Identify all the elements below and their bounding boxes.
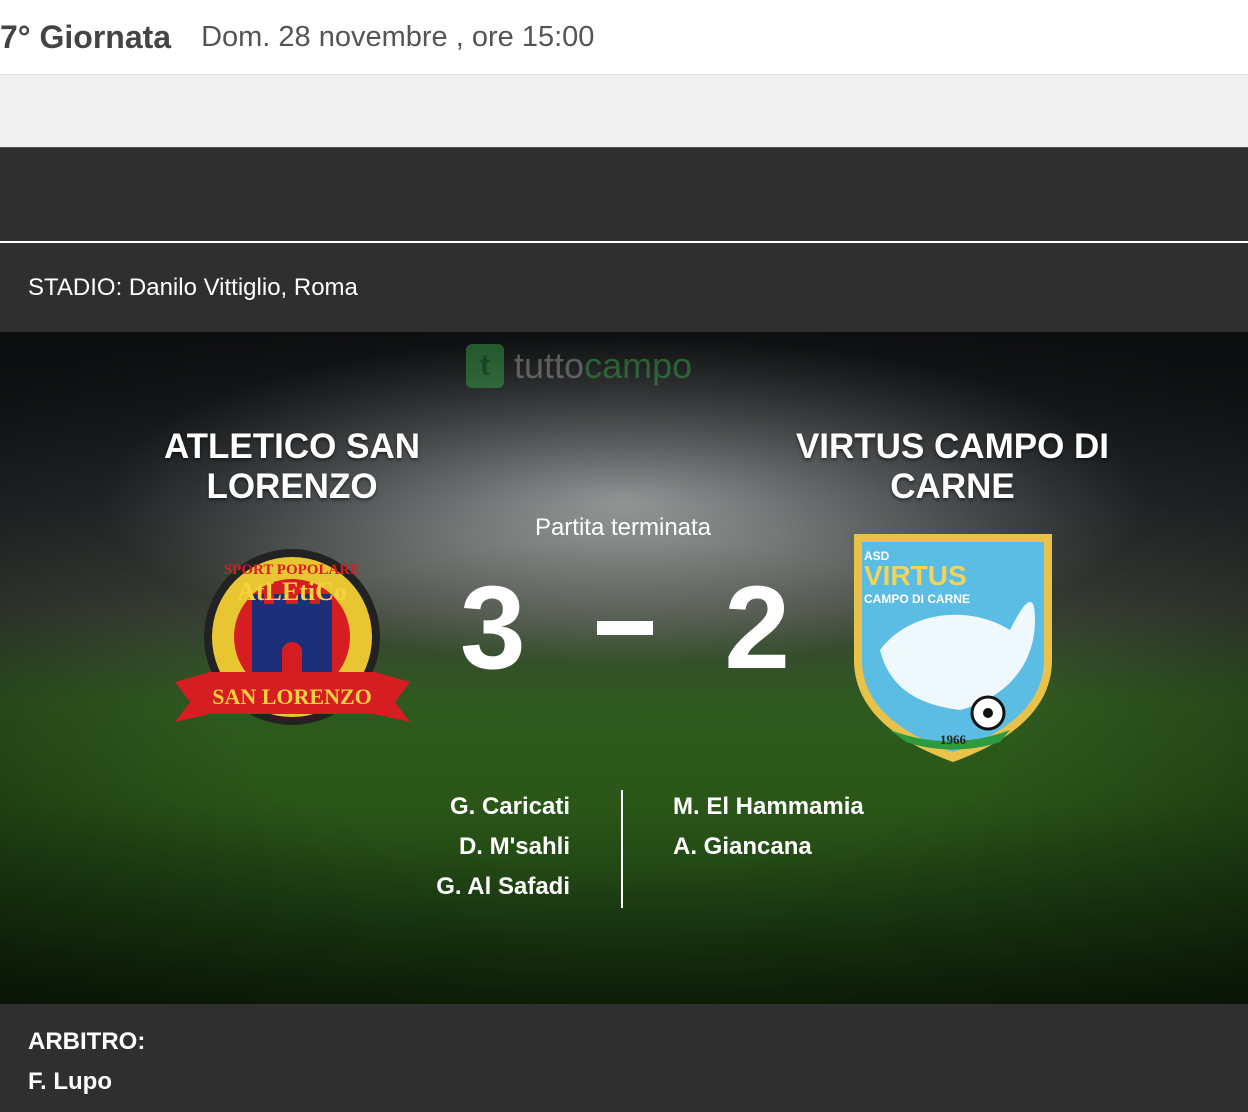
referee-name: F. Lupo (28, 1068, 112, 1095)
svg-text:CAMPO DI CARNE: CAMPO DI CARNE (864, 592, 970, 606)
match-header: 7° Giornata Dom. 28 novembre , ore 15:00 (0, 0, 1248, 75)
home-team-name[interactable]: ATLETICO SAN LORENZO (142, 427, 442, 507)
scorer-item: D. M'sahli (458, 833, 570, 860)
scorers-separator (621, 790, 623, 908)
spacer-band (0, 75, 1248, 147)
scorer-item: A. Giancana (673, 833, 812, 860)
tuttocampo-watermark: t tuttocampo (466, 344, 692, 388)
svg-text:SPORT POPOLARE: SPORT POPOLARE (224, 562, 360, 578)
stadium-label: STADIO: Danilo Vittiglio, Roma (28, 273, 358, 301)
match-scoreboard: t tuttocampo ATLETICO SAN LORENZO VIRTUS… (0, 332, 1248, 1004)
match-status: Partita terminata (534, 514, 712, 541)
watermark-text: tuttocampo (514, 345, 693, 386)
svg-text:VIRTUS: VIRTUS (864, 560, 967, 591)
home-scorers: G. Caricati D. M'sahli G. Al Safadi (436, 787, 570, 907)
match-date: Dom. 28 novembre , ore 15:00 (201, 20, 595, 53)
svg-text:1966: 1966 (940, 732, 967, 747)
round-label: 7° Giornata (0, 18, 172, 55)
away-team-name[interactable]: VIRTUS CAMPO DI CARNE (770, 427, 1135, 507)
referee-info: ARBITRO: F. Lupo (0, 1004, 1248, 1112)
home-team-logo[interactable]: AtLEtiCo SPORT POPOLARE SAN LORENZO (170, 542, 415, 742)
watermark-logo-icon: t (466, 344, 504, 388)
stadium-info: STADIO: Danilo Vittiglio, Roma (0, 243, 1248, 332)
away-scorers: M. El Hammamia A. Giancana (673, 787, 864, 867)
score-dash (597, 621, 653, 635)
scoreline: 3 2 (460, 560, 790, 696)
home-score: 3 (460, 562, 526, 694)
away-score: 2 (724, 562, 790, 694)
svg-text:SAN LORENZO: SAN LORENZO (212, 684, 372, 709)
scorer-item: G. Al Safadi (436, 873, 570, 900)
away-team-logo[interactable]: ASD VIRTUS CAMPO DI CARNE 1966 (850, 530, 1056, 766)
scorer-item: M. El Hammamia (673, 793, 864, 820)
referee-label: ARBITRO: (28, 1028, 146, 1055)
dark-band (0, 147, 1248, 241)
svg-text:AtLEtiCo: AtLEtiCo (237, 577, 347, 606)
scorer-item: G. Caricati (449, 793, 570, 820)
